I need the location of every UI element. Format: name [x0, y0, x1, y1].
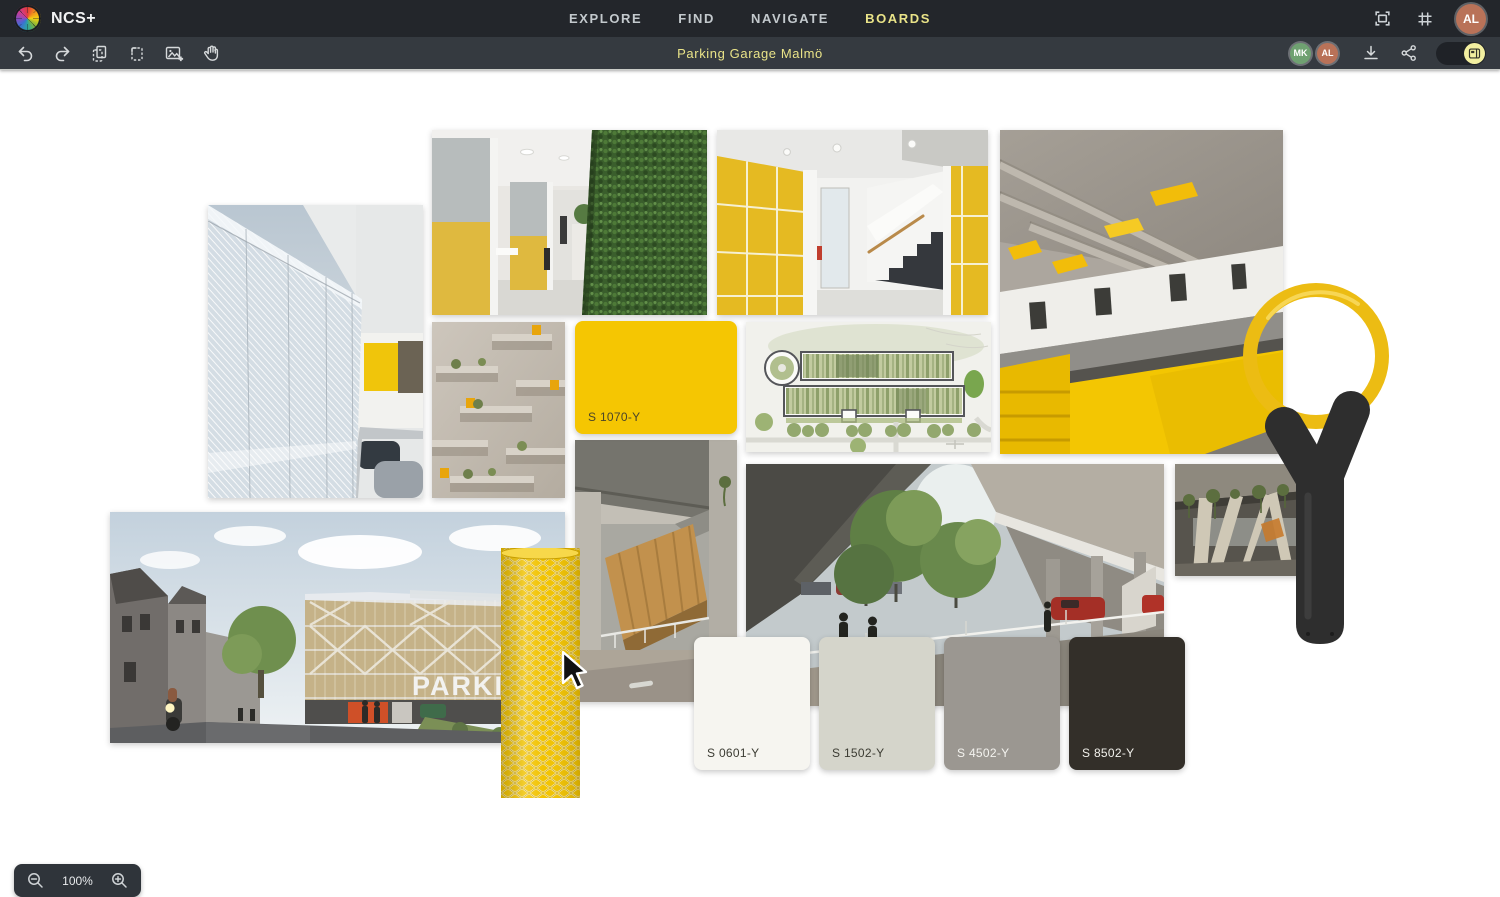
zoom-control: 100%: [14, 864, 141, 897]
panel-toggle-knob: [1464, 43, 1485, 64]
main-nav: EXPLORE FIND NAVIGATE BOARDS: [569, 11, 931, 26]
zoom-level: 100%: [62, 874, 93, 888]
photo-lockers-art: [717, 130, 988, 315]
nav-boards[interactable]: BOARDS: [865, 11, 931, 26]
undo-button[interactable]: [14, 42, 37, 65]
swatch-s1070y[interactable]: S 1070-Y: [575, 321, 737, 434]
color-wheel-icon: [14, 5, 41, 32]
paste-icon: [127, 44, 146, 63]
zoom-out-button[interactable]: [24, 869, 47, 892]
zoom-out-icon: [26, 871, 45, 890]
photo-planter-facade-art: [432, 322, 565, 498]
share-button[interactable]: [1398, 42, 1420, 64]
redo-icon: [53, 44, 72, 63]
copy-icon: [90, 44, 109, 63]
undo-icon: [16, 44, 35, 63]
photo-green-wall-art: [432, 130, 707, 315]
photo-lockers-staircase[interactable]: [717, 130, 988, 315]
zoom-in-icon: [110, 871, 129, 890]
collaborator-initials: AL: [1322, 48, 1334, 58]
swatch-s4502y[interactable]: S 4502-Y: [944, 637, 1060, 770]
hand-icon: [202, 44, 221, 63]
share-icon: [1400, 44, 1418, 62]
collaborator-avatars: MK AL: [1290, 43, 1338, 64]
copy-button[interactable]: [88, 42, 111, 65]
top-app-bar: NCS+ EXPLORE FIND NAVIGATE BOARDS AL: [0, 0, 1500, 37]
swatch-s1502y[interactable]: S 1502-Y: [819, 637, 935, 770]
fit-to-screen-icon: [1373, 9, 1392, 28]
swatch-label: S 1502-Y: [832, 746, 884, 760]
photo-yellow-mesh-column[interactable]: [501, 548, 580, 798]
product-slingshot-art: [1238, 256, 1390, 652]
zoom-in-button[interactable]: [108, 869, 131, 892]
board-canvas[interactable]: S 1070-Y: [0, 71, 1500, 844]
add-image-button[interactable]: [162, 42, 186, 65]
pan-tool-button[interactable]: [200, 42, 223, 65]
panel-toggle[interactable]: [1436, 42, 1486, 65]
photo-mesh-facade-art: [208, 205, 423, 498]
swatch-label: S 1070-Y: [588, 410, 640, 424]
swatch-s8502y[interactable]: S 8502-Y: [1069, 637, 1185, 770]
app-name: NCS+: [51, 10, 96, 28]
board-panel-icon: [1468, 47, 1481, 60]
photo-site-plan-art: [746, 322, 991, 452]
photo-street-parking-garage[interactable]: PARKING: [110, 512, 565, 743]
download-icon: [1362, 44, 1380, 62]
nav-find[interactable]: FIND: [678, 11, 715, 26]
board-toolbar: Parking Garage Malmö MK AL: [0, 37, 1500, 70]
redo-button[interactable]: [51, 42, 74, 65]
grid-icon: [1416, 10, 1434, 28]
paste-button[interactable]: [125, 42, 148, 65]
user-initials: AL: [1463, 12, 1479, 26]
grid-view-button[interactable]: [1414, 8, 1436, 30]
product-slingshot-image[interactable]: [1238, 256, 1390, 652]
photo-concrete-planter-facade[interactable]: [432, 322, 565, 498]
swatch-label: S 8502-Y: [1082, 746, 1134, 760]
photo-mesh-column-art: [501, 548, 580, 798]
swatch-label: S 0601-Y: [707, 746, 759, 760]
nav-navigate[interactable]: NAVIGATE: [751, 11, 829, 26]
swatch-s0601y[interactable]: S 0601-Y: [694, 637, 810, 770]
photo-site-plan[interactable]: [746, 322, 991, 452]
download-button[interactable]: [1360, 42, 1382, 64]
board-title: Parking Garage Malmö: [677, 46, 823, 61]
ncs-logo[interactable]: NCS+: [14, 5, 96, 32]
photo-street-parking-art: PARKING: [110, 512, 565, 743]
collaborator-avatar-mk[interactable]: MK: [1290, 43, 1311, 64]
swatch-label: S 4502-Y: [957, 746, 1009, 760]
nav-explore[interactable]: EXPLORE: [569, 11, 642, 26]
collaborator-initials: MK: [1294, 48, 1308, 58]
collaborator-avatar-al[interactable]: AL: [1317, 43, 1338, 64]
user-avatar[interactable]: AL: [1456, 4, 1486, 34]
fit-to-screen-button[interactable]: [1371, 7, 1394, 30]
photo-mesh-facade-interior[interactable]: [208, 205, 423, 498]
add-image-icon: [164, 44, 184, 63]
photo-green-wall-corridor[interactable]: [432, 130, 707, 315]
